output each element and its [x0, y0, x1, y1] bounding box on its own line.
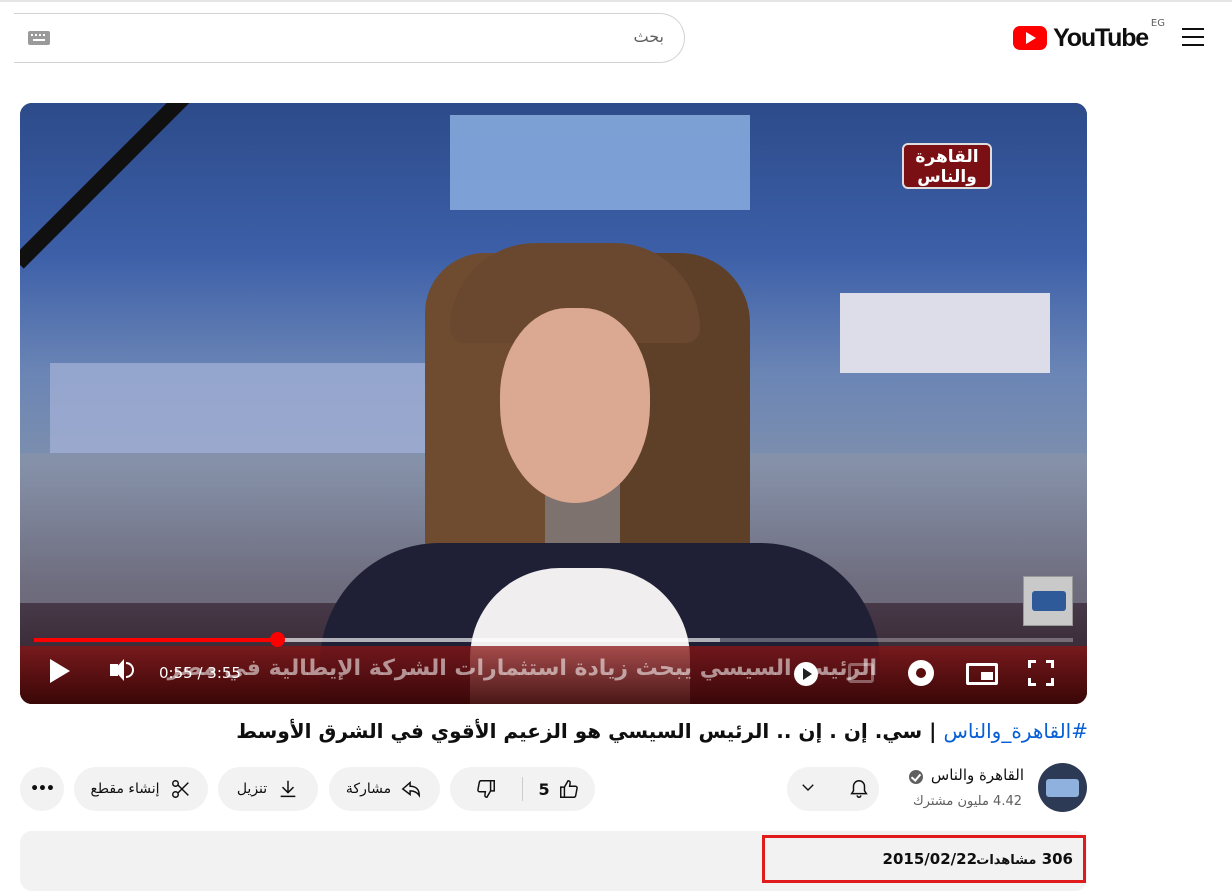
subtitles-icon[interactable]	[848, 663, 874, 683]
menu-icon[interactable]	[1180, 24, 1208, 50]
create-clip-button[interactable]: إنشاء مقطع	[74, 767, 208, 811]
settings-gear-icon[interactable]	[908, 660, 934, 686]
upload-date: 2015/02/22	[882, 850, 977, 868]
video-player[interactable]: القاهرة والناس الرئيس السيسي يبحث زيادة …	[20, 103, 1087, 704]
thumbs-down-icon	[475, 778, 497, 800]
miniplayer-icon[interactable]	[966, 663, 998, 685]
more-actions-button[interactable]: •••	[20, 767, 64, 811]
time-display: 0:55 / 3:55	[159, 664, 241, 682]
volume-icon[interactable]	[108, 651, 138, 691]
create-clip-label: إنشاء مقطع	[90, 781, 160, 797]
chevron-down-icon	[797, 778, 819, 800]
view-count-label: مشاهدات	[976, 853, 1037, 868]
corner-channel-logo	[1023, 576, 1073, 626]
title-text: | سي. إن . إن .. الرئيس السيسي هو الزعيم…	[236, 719, 937, 743]
progress-bar[interactable]	[34, 632, 1073, 647]
search-input[interactable]: بحث	[14, 13, 685, 63]
download-icon	[277, 778, 299, 800]
autoplay-toggle[interactable]	[792, 662, 820, 686]
region-code: EG	[1150, 18, 1165, 29]
top-divider	[0, 0, 1232, 2]
like-count: 5	[538, 779, 550, 799]
play-button[interactable]	[50, 659, 70, 683]
channel-bug-logo: القاهرة والناس	[902, 143, 992, 189]
like-button[interactable]: 5	[523, 767, 595, 811]
channel-name[interactable]: القاهرة والناس	[931, 766, 1024, 784]
thumbs-up-icon	[558, 778, 580, 800]
like-divider	[522, 777, 523, 801]
scissors-icon	[170, 778, 192, 800]
title-hashtag-link[interactable]: #القاهرة_والناس	[943, 719, 1088, 743]
youtube-logo[interactable]: YouTube	[1013, 22, 1149, 54]
youtube-play-icon	[1013, 26, 1048, 50]
fullscreen-icon[interactable]	[1028, 660, 1054, 686]
view-count: 306 مشاهدات	[976, 850, 1073, 868]
progress-played	[34, 638, 278, 642]
notifications-button[interactable]	[787, 767, 879, 811]
time-current: 0:55	[159, 664, 193, 682]
keyboard-icon[interactable]	[28, 31, 50, 45]
share-arrow-icon	[401, 778, 423, 800]
youtube-wordmark: YouTube	[1053, 23, 1149, 52]
download-button[interactable]: تنزيل	[218, 767, 318, 811]
more-dots-icon: •••	[30, 781, 55, 797]
verified-check-icon	[909, 770, 923, 784]
subscriber-count: 4.42 مليون مشترك	[912, 794, 1022, 809]
like-dislike-group: 5	[450, 767, 595, 811]
bell-icon	[848, 778, 870, 800]
video-frame	[20, 103, 1087, 704]
share-button[interactable]: مشاركة	[329, 767, 440, 811]
search-placeholder: بحث	[633, 27, 665, 46]
time-total: 3:55	[207, 664, 241, 682]
download-label: تنزيل	[236, 781, 268, 797]
video-title: #القاهرة_والناس | سي. إن . إن .. الرئيس …	[188, 719, 1088, 743]
channel-avatar[interactable]	[1038, 763, 1087, 812]
dislike-button[interactable]	[450, 767, 522, 811]
view-count-value: 306	[1041, 850, 1073, 868]
share-label: مشاركة	[345, 781, 392, 797]
